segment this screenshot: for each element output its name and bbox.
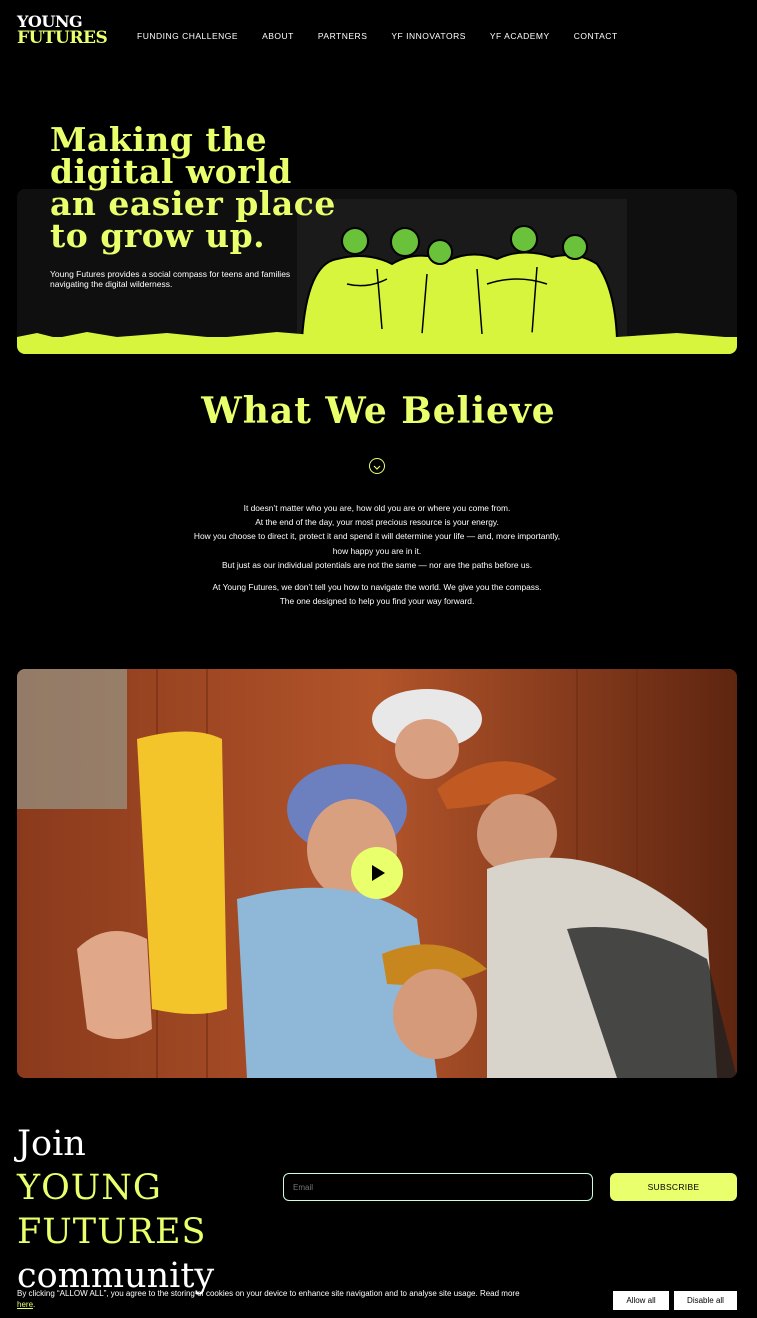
hero-title: Making the digital world an easier place… — [50, 120, 336, 255]
nav-yf-academy[interactable]: YF ACADEMY — [490, 31, 550, 41]
main-nav: FUNDING CHALLENGE ABOUT PARTNERS YF INNO… — [137, 31, 642, 41]
play-button[interactable] — [351, 847, 403, 899]
cookie-read-more-link[interactable]: here — [17, 1300, 33, 1309]
logo[interactable]: YOUNG FUTURES — [17, 14, 108, 50]
nav-about[interactable]: ABOUT — [262, 31, 294, 41]
cookie-text-end: . — [33, 1299, 36, 1309]
nav-contact[interactable]: CONTACT — [574, 31, 618, 41]
believe-title: What We Believe — [201, 390, 556, 432]
logo-line-2: FUTURES — [17, 28, 108, 48]
nav-yf-innovators[interactable]: YF INNOVATORS — [391, 31, 466, 41]
believe-line: The one designed to help you find your w… — [279, 596, 475, 607]
believe-line: It doesn’t matter who you are, how old y… — [243, 503, 511, 513]
disable-all-button[interactable]: Disable all — [674, 1291, 737, 1310]
chevron-down-icon[interactable] — [369, 458, 385, 474]
hero-subtitle: Young Futures provides a social compass … — [50, 269, 291, 289]
play-icon — [372, 865, 385, 881]
cookie-text: By clicking “ALLOW ALL”, you agree to th… — [17, 1289, 520, 1298]
nav-partners[interactable]: PARTNERS — [318, 31, 368, 41]
join-line-1: Join — [17, 1124, 86, 1164]
believe-line: How you choose to direct it, protect it … — [193, 531, 561, 556]
join-heading: Join YOUNG FUTURES community — [17, 1122, 277, 1298]
allow-all-button[interactable]: Allow all — [613, 1291, 669, 1310]
believe-line: But just as our individual potentials ar… — [221, 559, 533, 570]
subscribe-button[interactable]: SUBSCRIBE — [610, 1173, 737, 1201]
believe-line: At the end of the day, your most preciou… — [255, 517, 499, 528]
cookie-notice: By clicking “ALLOW ALL”, you agree to th… — [17, 1289, 537, 1310]
join-line-2: YOUNG FUTURES — [17, 1168, 207, 1252]
nav-funding-challenge[interactable]: FUNDING CHALLENGE — [137, 31, 238, 41]
believe-text: It doesn’t matter who you are, how old y… — [190, 501, 564, 608]
email-field[interactable] — [283, 1173, 593, 1201]
believe-line: At Young Futures, we don’t tell you how … — [212, 582, 542, 593]
